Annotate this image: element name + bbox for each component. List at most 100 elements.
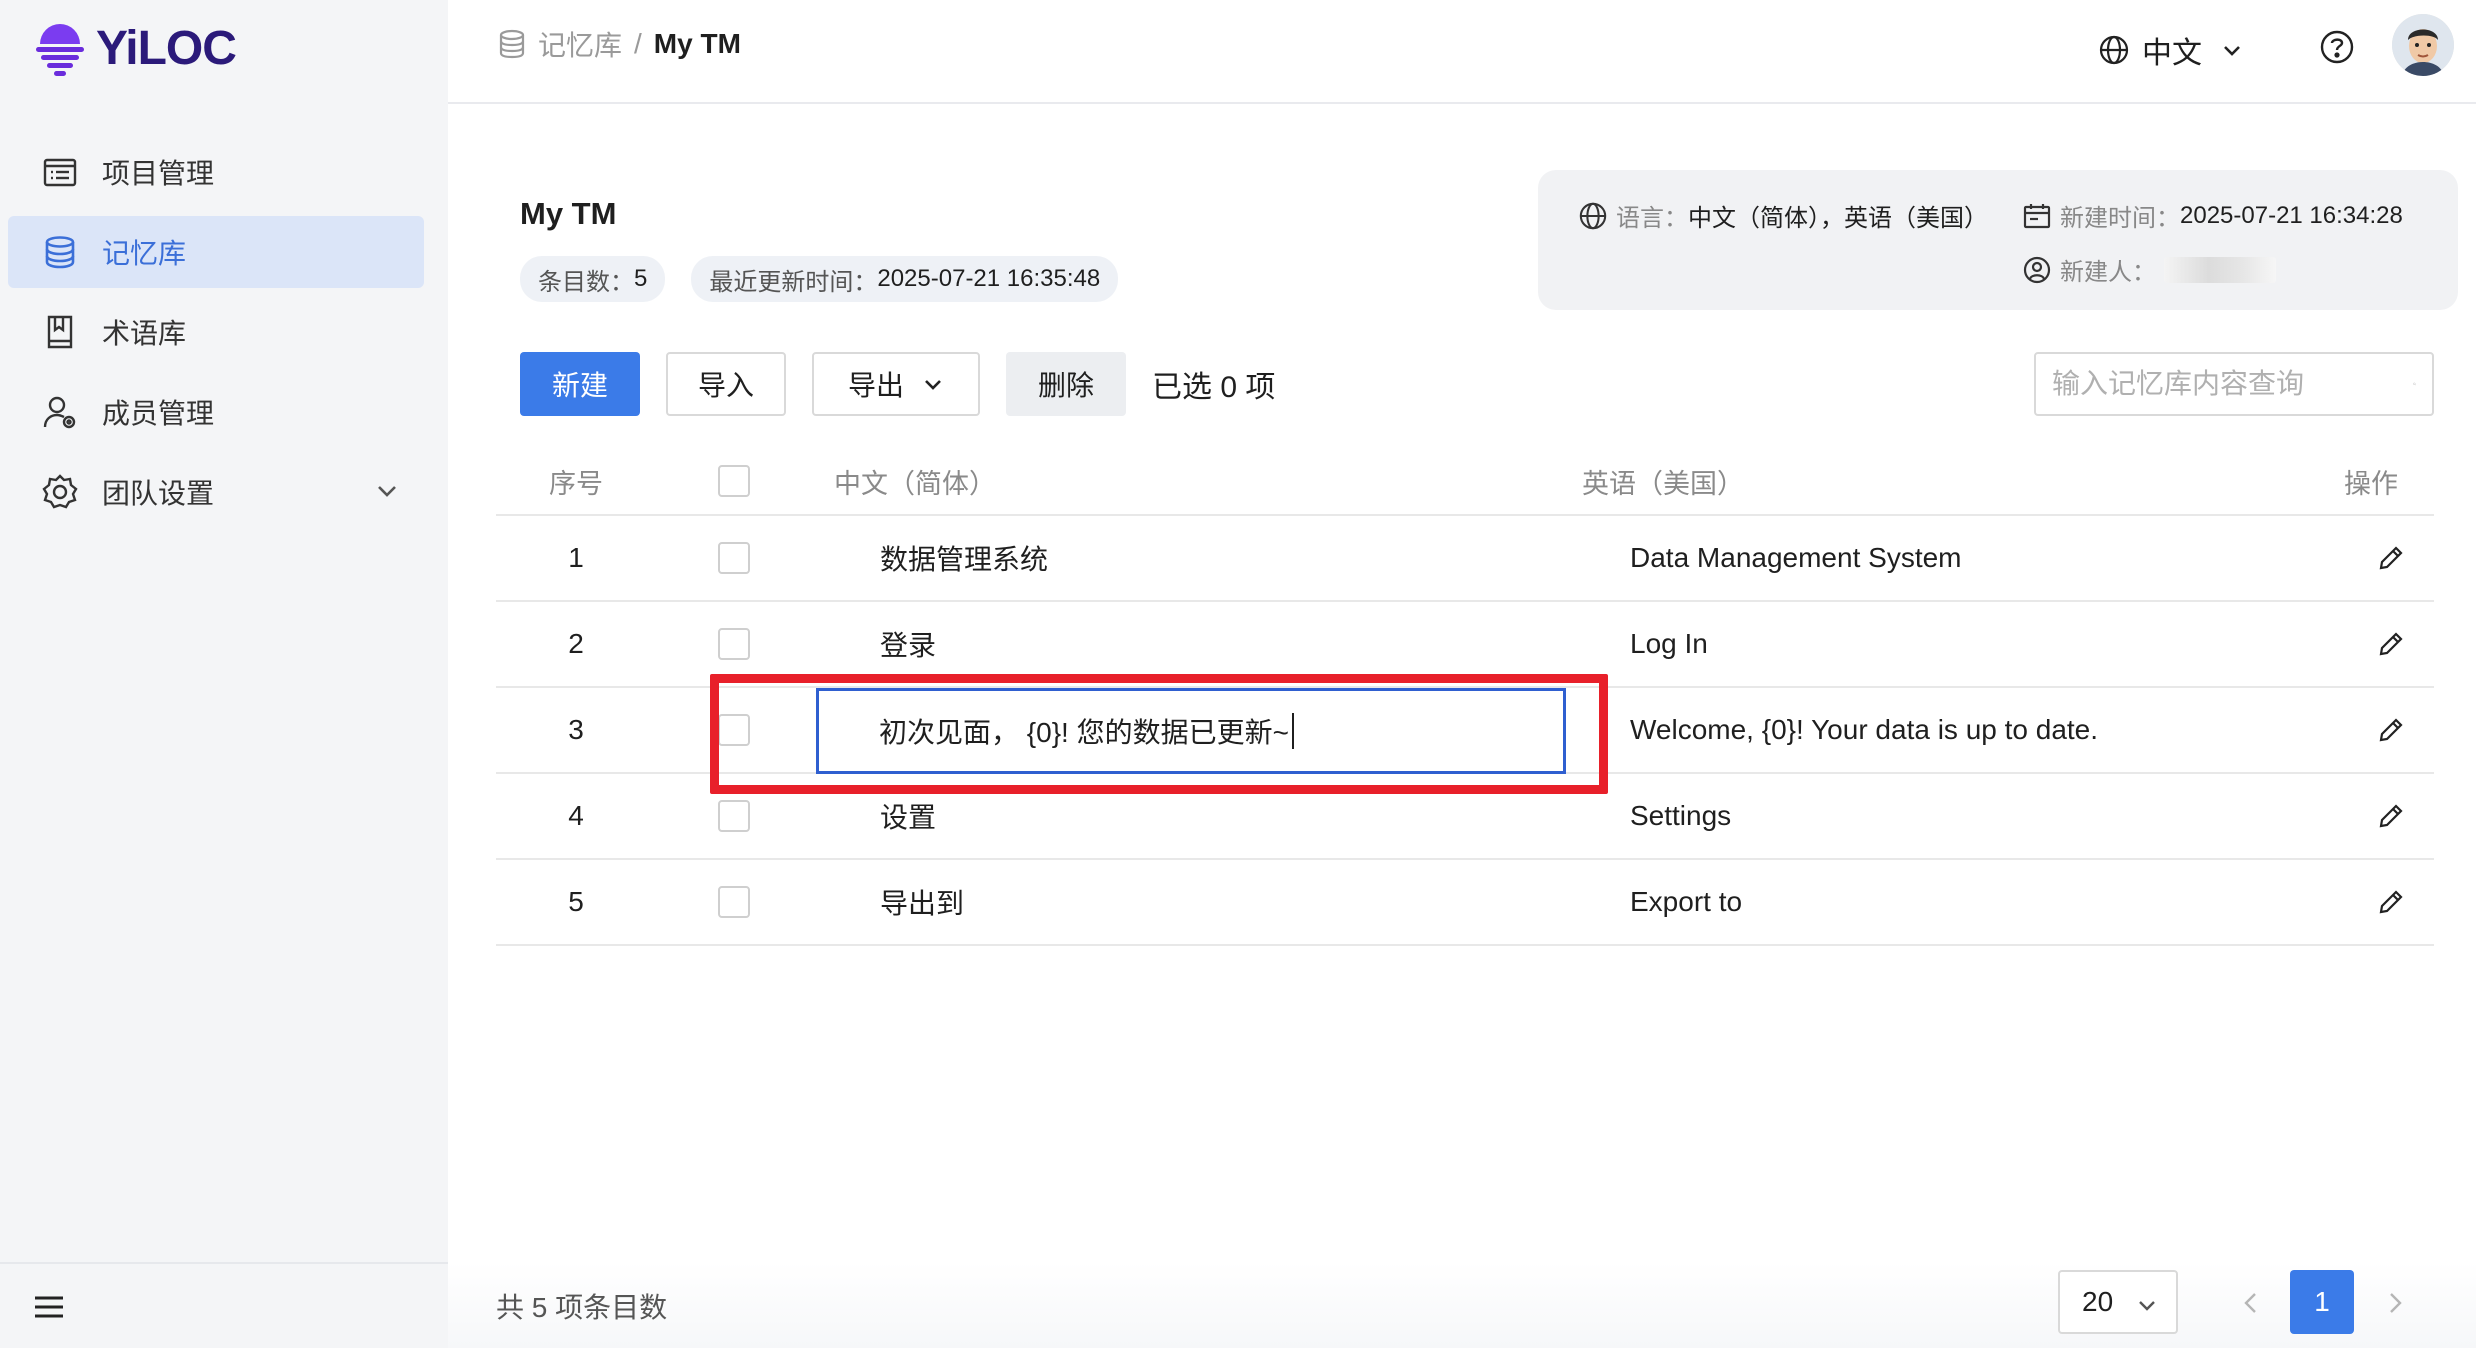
globe-icon — [1579, 202, 1607, 229]
tm-meta-tags: 条目数： 5 最近更新时间： 2025-07-21 16:35:48 — [520, 256, 1119, 302]
edit-icon[interactable] — [2375, 714, 2407, 746]
language-info-value: 中文（简体），英语（美国） — [1688, 205, 1988, 232]
table-footer: 共 5 项条目数 20 1 — [448, 1262, 2476, 1348]
target-text[interactable]: Data Management System — [1630, 516, 1962, 600]
source-text[interactable]: 数据管理系统 — [880, 516, 1048, 600]
sidebar-footer — [0, 1262, 448, 1348]
created-time-label: 新建时间： — [2060, 205, 2180, 232]
globe-icon — [2099, 35, 2129, 65]
page-title: My TM — [520, 196, 617, 231]
sidebar-item-team-settings[interactable]: 团队设置 — [8, 456, 424, 528]
table-row: 5 导出到 Export to — [496, 860, 2434, 946]
search-input[interactable] — [2052, 368, 2413, 400]
user-circle-icon — [2023, 256, 2051, 283]
row-number: 2 — [568, 628, 584, 659]
source-text[interactable]: 设置 — [880, 774, 936, 858]
breadcrumb: 记忆库 / My TM — [496, 24, 741, 64]
row-checkbox-cell — [718, 860, 750, 944]
source-text[interactable]: 登录 — [880, 602, 936, 686]
chevron-left-icon[interactable] — [2236, 1288, 2266, 1318]
column-header-source: 中文（简体） — [834, 468, 996, 499]
new-button[interactable]: 新建 — [520, 352, 640, 416]
edit-action — [2366, 688, 2416, 772]
sidebar-item-tm[interactable]: 记忆库 — [8, 216, 424, 288]
row-checkbox[interactable] — [718, 886, 750, 918]
last-updated-value: 2025-07-21 16:35:48 — [877, 265, 1101, 292]
breadcrumb-parent-link[interactable]: 记忆库 — [538, 24, 622, 64]
row-checkbox[interactable] — [718, 542, 750, 574]
table-row-editing: 3 初次见面， {0}! 您的数据已更新~ Welcome, {0}! Your… — [496, 688, 2434, 774]
entries-count-label: 条目数： — [538, 268, 634, 296]
search-box — [2034, 352, 2434, 416]
edit-icon[interactable] — [2375, 542, 2407, 574]
target-text[interactable]: Export to — [1630, 860, 1742, 944]
breadcrumb-separator: / — [634, 28, 642, 59]
chevron-down-icon — [378, 486, 396, 497]
sidebar-item-members[interactable]: 成员管理 — [8, 376, 424, 448]
column-header-num: 序号 — [549, 468, 603, 499]
edit-action — [2366, 860, 2416, 944]
export-button[interactable]: 导出 — [812, 352, 980, 416]
row-number: 3 — [568, 714, 584, 745]
language-switcher[interactable]: 中文 — [2098, 28, 2244, 72]
row-checkbox-cell — [718, 516, 750, 600]
selected-count: 已选 0 项 — [1152, 371, 1276, 404]
row-checkbox[interactable] — [718, 800, 750, 832]
row-number: 5 — [568, 886, 584, 917]
edit-icon[interactable] — [2375, 886, 2407, 918]
row-checkbox[interactable] — [718, 714, 750, 746]
sidebar-item-termbase[interactable]: 术语库 — [8, 296, 424, 368]
row-checkbox-cell — [718, 774, 750, 858]
target-text[interactable]: Welcome, {0}! Your data is up to date. — [1630, 688, 2098, 772]
created-time-info: 新建时间： 2025-07-21 16:34:28 — [2022, 198, 2403, 233]
column-header-target: 英语（美国） — [1582, 468, 1744, 499]
import-button[interactable]: 导入 — [666, 352, 786, 416]
gear-icon — [40, 472, 80, 512]
select-all-cell — [718, 448, 750, 514]
target-text[interactable]: Log In — [1630, 602, 1708, 686]
brand-name: YiLOC — [96, 21, 237, 75]
chevron-right-icon[interactable] — [2380, 1288, 2410, 1318]
edit-icon[interactable] — [2375, 628, 2407, 660]
breadcrumb-current: My TM — [653, 28, 741, 59]
text-caret — [1291, 713, 1294, 749]
logo-icon — [36, 24, 84, 76]
sidebar-item-label: 记忆库 — [102, 238, 187, 269]
edit-icon[interactable] — [2375, 800, 2407, 832]
logo[interactable]: YiLOC — [34, 18, 237, 78]
calendar-icon — [2023, 203, 2051, 228]
tm-info-card: 语言： 中文（简体），英语（美国） 新建时间： 2025-07-21 16:34… — [1538, 170, 2458, 310]
target-text[interactable]: Settings — [1630, 774, 1731, 858]
table-row: 4 设置 Settings — [496, 774, 2434, 860]
top-header: 记忆库 / My TM 中文 — [448, 0, 2476, 104]
menu-icon[interactable] — [32, 1290, 66, 1324]
user-gear-icon — [40, 392, 80, 432]
select-all-checkbox[interactable] — [718, 465, 750, 497]
page-number-current[interactable]: 1 — [2290, 1270, 2354, 1334]
help-icon[interactable] — [2318, 28, 2356, 66]
edit-action — [2366, 774, 2416, 858]
page-size-select[interactable]: 20 — [2058, 1270, 2178, 1334]
source-text-edit-field[interactable]: 初次见面， {0}! 您的数据已更新~ — [816, 688, 1566, 774]
sidebar: YiLOC 项目管理 记忆库 术语库 成员管理 团队设置 — [0, 0, 448, 1348]
total-count-text: 共 5 项条目数 — [496, 1292, 668, 1323]
chevron-down-icon — [2224, 46, 2240, 56]
sidebar-item-label: 术语库 — [102, 318, 187, 349]
creator-label: 新建人： — [2060, 259, 2156, 286]
sidebar-item-label: 成员管理 — [102, 398, 215, 429]
delete-button[interactable]: 删除 — [1006, 352, 1126, 416]
row-checkbox[interactable] — [718, 628, 750, 660]
list-icon — [40, 152, 80, 192]
entries-count-value: 5 — [634, 265, 648, 292]
avatar[interactable] — [2392, 14, 2454, 76]
export-label: 导出 — [847, 370, 904, 401]
toolbar: 新建 导入 导出 删除 已选 0 项 — [520, 352, 1275, 416]
database-icon — [499, 29, 525, 59]
page-size-value: 20 — [2082, 1286, 2114, 1317]
creator-info: 新建人： — [2022, 252, 2276, 287]
chevron-down-icon — [2139, 1301, 2155, 1311]
sidebar-item-projects[interactable]: 项目管理 — [8, 136, 424, 208]
search-icon[interactable] — [2413, 368, 2416, 400]
source-text[interactable]: 导出到 — [880, 860, 964, 944]
sidebar-item-label: 团队设置 — [102, 478, 215, 509]
